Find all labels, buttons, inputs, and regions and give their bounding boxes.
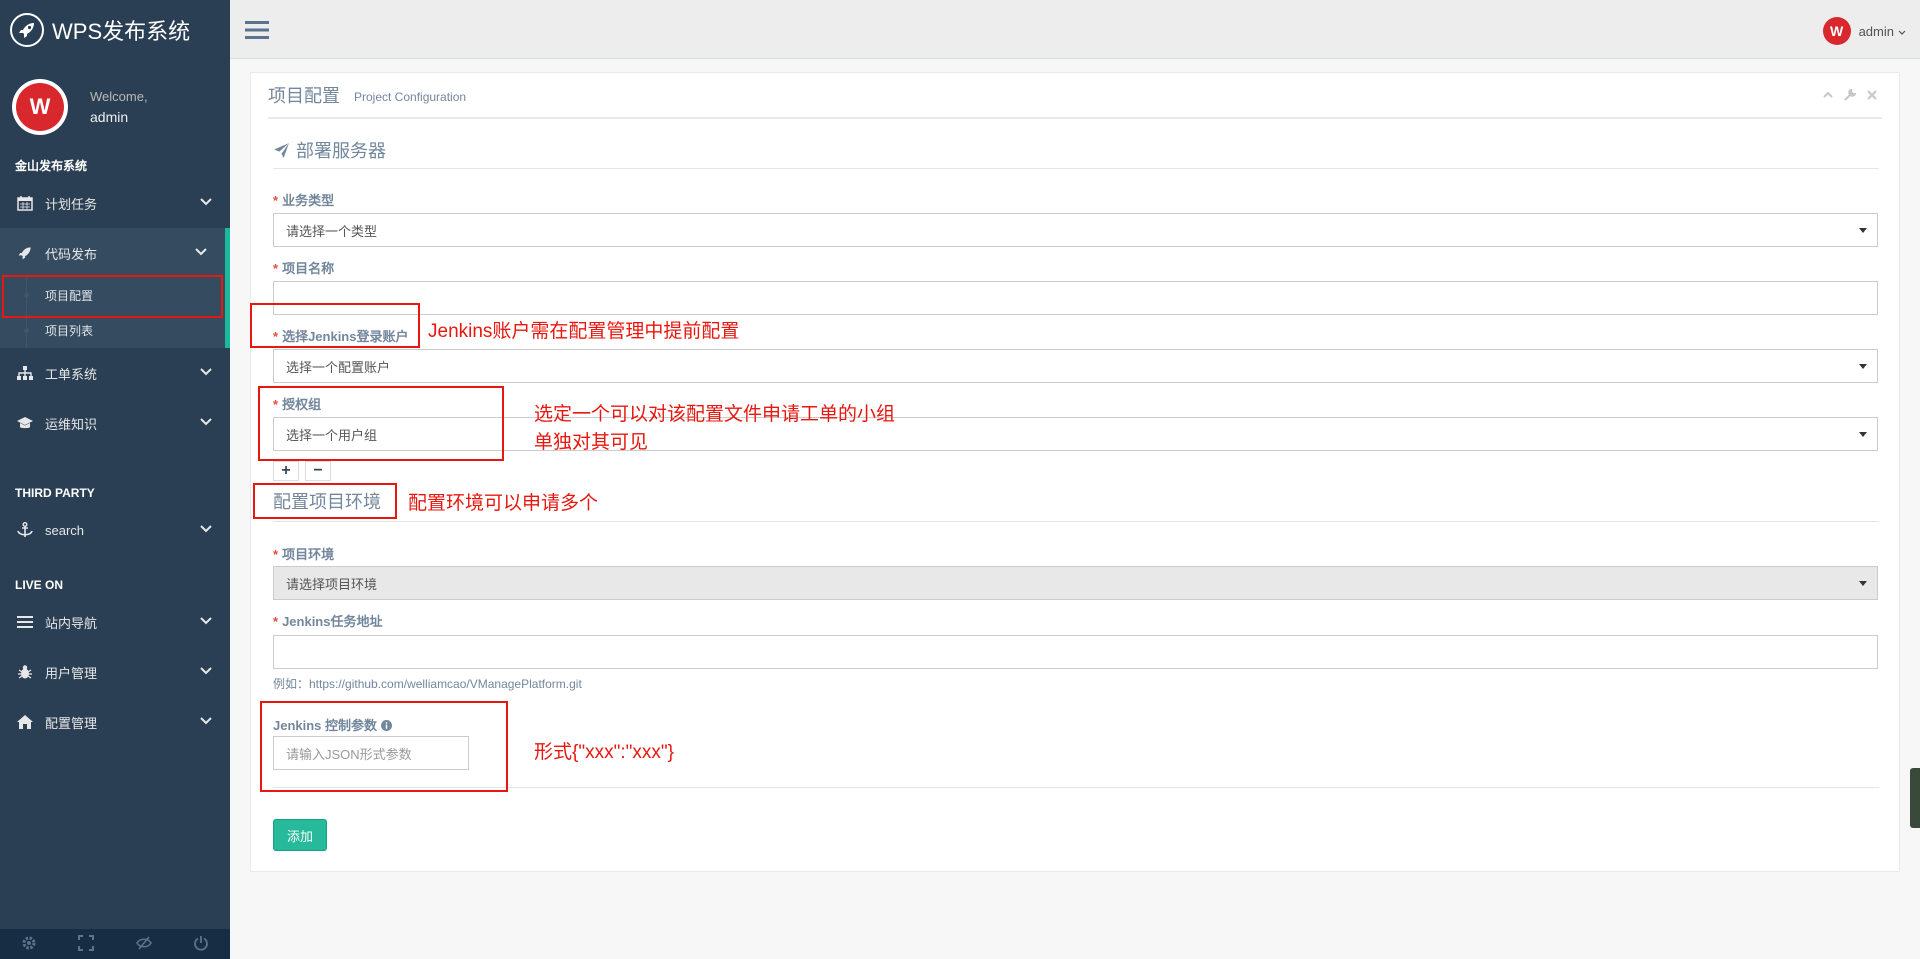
user-name: admin xyxy=(1858,23,1894,39)
sidebar-item-config-manage[interactable]: 配置管理 xyxy=(0,697,230,747)
add-env-button[interactable]: + xyxy=(273,461,299,481)
chevron-down-icon xyxy=(200,714,212,729)
avatar[interactable]: W xyxy=(12,78,68,135)
brand-title: WPS发布系统 xyxy=(52,18,191,44)
wps-logo-icon: W xyxy=(16,82,64,131)
page-title: 项目配置 xyxy=(268,86,340,106)
biz-type-select[interactable]: 请选择一个类型 xyxy=(273,213,1878,247)
menu-toggle-icon[interactable] xyxy=(245,19,269,44)
jenkins-url-input[interactable] xyxy=(273,635,1878,669)
home-icon xyxy=(15,713,35,731)
sidebar-item-site-nav[interactable]: 站内导航 xyxy=(0,597,230,647)
rocket-icon xyxy=(15,244,35,262)
rocket-icon xyxy=(10,12,44,47)
annotation-box-auth-group xyxy=(258,386,504,461)
sidebar-section-title: THIRD PARTY xyxy=(15,486,95,500)
jenkins-url-label: * Jenkins任务地址 xyxy=(273,614,383,629)
caret-down-icon xyxy=(1859,364,1867,369)
annotation-box-jenkins-account xyxy=(250,303,420,348)
annotation-json-note: 形式{"xxx":"xxx"} xyxy=(534,742,674,763)
sidebar-item-label: 计划任务 xyxy=(45,196,98,212)
annotation-jenkins-note: Jenkins账户需在配置管理中提前配置 xyxy=(428,321,740,342)
sidebar-item-plan-tasks[interactable]: 计划任务 xyxy=(0,178,230,228)
profile-welcome: Welcome, xyxy=(90,88,148,104)
close-icon[interactable] xyxy=(1866,89,1878,104)
annotation-env-note: 配置环境可以申请多个 xyxy=(408,493,599,514)
sidebar-item-label: 代码发布 xyxy=(45,246,98,262)
sidebar-item-search[interactable]: search xyxy=(0,505,230,555)
sidebar-footer xyxy=(0,929,230,959)
biz-type-label: * 业务类型 xyxy=(273,193,335,208)
project-name-input[interactable] xyxy=(273,281,1878,315)
user-menu[interactable]: W admin xyxy=(1822,17,1906,45)
chevron-up-icon[interactable] xyxy=(1822,89,1834,104)
remove-env-button[interactable]: − xyxy=(305,461,331,481)
brand[interactable]: WPS发布系统 xyxy=(0,0,230,59)
bug-icon xyxy=(15,663,35,681)
sidebar-item-label: search xyxy=(45,522,85,538)
user-avatar: W xyxy=(1822,17,1851,45)
project-env-label: * 项目环境 xyxy=(273,547,335,562)
eye-slash-icon[interactable] xyxy=(135,935,152,954)
chevron-down-icon xyxy=(200,664,212,679)
page-subtitle: Project Configuration xyxy=(354,90,467,104)
chevron-down-icon xyxy=(200,522,212,537)
sidebar-item-user-manage[interactable]: 用户管理 xyxy=(0,647,230,697)
sidebar-item-ops-knowledge[interactable]: 运维知识 xyxy=(0,398,230,448)
deploy-section-title: 部署服务器 xyxy=(273,137,386,163)
annotation-box-env xyxy=(253,483,397,519)
gear-icon[interactable] xyxy=(21,935,37,954)
topbar: W admin xyxy=(230,0,1920,59)
sidebar-item-ticket-system[interactable]: 工单系统 xyxy=(0,348,230,398)
chevron-down-icon xyxy=(195,245,207,260)
sidebar-subitem-label: 项目列表 xyxy=(45,324,94,338)
annotation-box-json xyxy=(260,701,508,792)
annotation-group-note-2: 单独对其可见 xyxy=(534,432,649,453)
chevron-down-icon xyxy=(200,195,212,210)
chevron-down-icon xyxy=(200,365,212,380)
add-button[interactable]: 添加 xyxy=(273,819,327,851)
side-scroll-handle[interactable] xyxy=(1910,768,1920,828)
power-icon[interactable] xyxy=(193,935,209,954)
paper-plane-icon xyxy=(273,142,290,159)
project-env-select[interactable]: 请选择项目环境 xyxy=(273,566,1878,600)
annotation-group-note-1: 选定一个可以对该配置文件申请工单的小组 xyxy=(534,404,896,425)
project-name-label: * 项目名称 xyxy=(273,261,335,276)
chevron-down-icon xyxy=(200,614,212,629)
profile: W Welcome, admin xyxy=(0,59,230,154)
panel-header: 项目配置 Project Configuration xyxy=(268,73,1882,119)
calendar-icon xyxy=(15,194,35,212)
anchor-icon xyxy=(15,521,35,539)
sidebar-item-label: 工单系统 xyxy=(45,366,98,382)
profile-name: admin xyxy=(90,108,129,125)
sidebar-section-title: 金山发布系统 xyxy=(15,159,88,173)
fullscreen-icon[interactable] xyxy=(78,934,95,954)
sidebar-item-label: 配置管理 xyxy=(45,715,98,731)
auth-group-select[interactable]: 选择一个用户组 xyxy=(273,417,1878,451)
sidebar-item-label: 用户管理 xyxy=(45,665,98,681)
chevron-down-icon xyxy=(1898,24,1906,39)
sidebar-section-title: LIVE ON xyxy=(15,578,64,592)
wrench-icon[interactable] xyxy=(1844,88,1857,104)
bars-icon xyxy=(15,613,35,631)
sitemap-icon xyxy=(15,364,35,382)
sidebar-subitem-project-list[interactable]: 项目列表 xyxy=(0,313,225,348)
jenkins-account-select[interactable]: 选择一个配置账户 xyxy=(273,349,1878,383)
caret-down-icon xyxy=(1859,432,1867,437)
panel-tools xyxy=(1822,88,1878,104)
sidebar: WPS发布系统 W Welcome, admin 金山发布系统 计划任务 代码发… xyxy=(0,0,230,959)
chevron-down-icon xyxy=(200,415,212,430)
sidebar-item-label: 运维知识 xyxy=(45,416,98,432)
graduation-cap-icon xyxy=(15,414,35,432)
sidebar-item-code-release[interactable]: 代码发布 xyxy=(0,228,230,278)
jenkins-url-hint: 例如：https://github.com/welliamcao/VManage… xyxy=(273,677,582,691)
sidebar-item-label: 站内导航 xyxy=(45,615,98,631)
caret-down-icon xyxy=(1859,228,1867,233)
caret-down-icon xyxy=(1859,581,1867,586)
annotation-box-project-config xyxy=(2,275,223,318)
